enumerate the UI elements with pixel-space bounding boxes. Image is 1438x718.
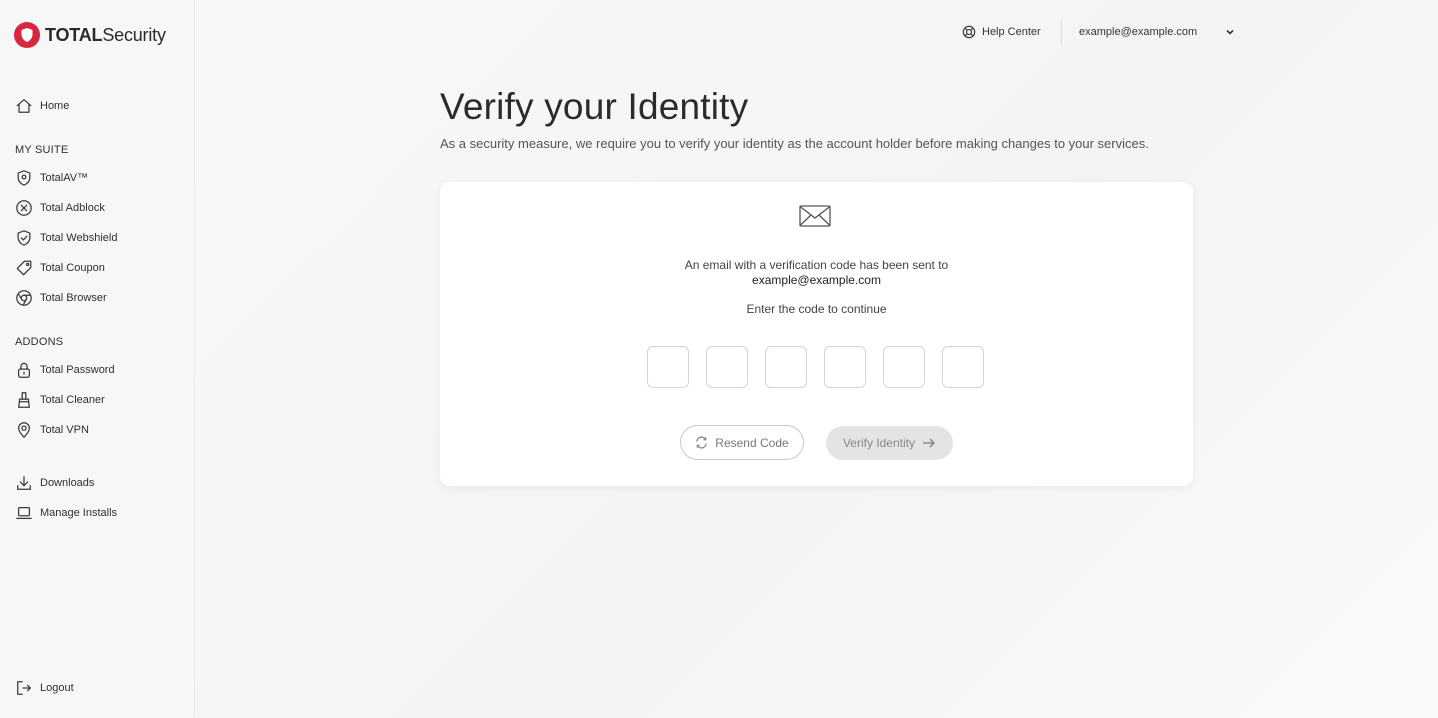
nav-downloads[interactable]: Downloads bbox=[14, 472, 94, 494]
verification-email: example@example.com bbox=[752, 273, 881, 287]
resend-code-button[interactable]: Resend Code bbox=[680, 425, 804, 460]
verification-card: An email with a verification code has be… bbox=[440, 182, 1193, 486]
refresh-icon bbox=[696, 436, 708, 449]
nav-total-coupon-label: Total Coupon bbox=[40, 262, 105, 274]
help-center-label: Help Center bbox=[982, 26, 1041, 38]
shield-check-icon bbox=[14, 228, 34, 248]
addons-heading: ADDONS bbox=[15, 336, 64, 348]
nav-total-coupon[interactable]: Total Coupon bbox=[14, 257, 105, 279]
nav-total-cleaner-label: Total Cleaner bbox=[40, 394, 105, 406]
nav-total-vpn[interactable]: Total VPN bbox=[14, 419, 89, 441]
brand-logo[interactable]: TOTALSecurity bbox=[14, 22, 166, 48]
nav-home-label: Home bbox=[40, 100, 70, 112]
verification-message: An email with a verification code has be… bbox=[684, 258, 949, 272]
code-digit-1[interactable] bbox=[647, 346, 689, 388]
lifebuoy-icon bbox=[962, 25, 976, 39]
nav-total-vpn-label: Total VPN bbox=[40, 424, 89, 436]
code-input-group bbox=[647, 346, 984, 388]
help-center-link[interactable]: Help Center bbox=[962, 22, 1041, 42]
nav-total-cleaner[interactable]: Total Cleaner bbox=[14, 389, 105, 411]
arrow-right-icon bbox=[923, 438, 936, 448]
code-digit-5[interactable] bbox=[883, 346, 925, 388]
my-suite-heading: MY SUITE bbox=[15, 144, 69, 156]
tag-icon bbox=[14, 258, 34, 278]
envelope-icon bbox=[798, 202, 832, 230]
enter-code-prompt: Enter the code to continue bbox=[746, 302, 887, 316]
nav-manage-installs-label: Manage Installs bbox=[40, 507, 118, 519]
cleaner-icon bbox=[14, 390, 34, 410]
shield-pin-icon bbox=[14, 168, 34, 188]
sidebar: TOTALSecurity Home MY SUITE TotalAV™ Tot… bbox=[0, 0, 195, 718]
nav-total-webshield[interactable]: Total Webshield bbox=[14, 227, 117, 249]
nav-total-adblock[interactable]: Total Adblock bbox=[14, 197, 105, 219]
home-icon bbox=[14, 96, 34, 116]
brand-name: TOTALSecurity bbox=[45, 24, 166, 45]
nav-total-password-label: Total Password bbox=[40, 364, 115, 376]
download-icon bbox=[14, 473, 34, 493]
nav-total-adblock-label: Total Adblock bbox=[40, 202, 105, 214]
code-digit-2[interactable] bbox=[706, 346, 748, 388]
account-menu[interactable]: example@example.com bbox=[1079, 22, 1235, 42]
nav-total-browser-label: Total Browser bbox=[40, 292, 107, 304]
page-description: As a security measure, we require you to… bbox=[440, 136, 1149, 151]
lock-icon bbox=[14, 360, 34, 380]
browser-icon bbox=[14, 288, 34, 308]
location-pin-icon bbox=[14, 420, 34, 440]
code-digit-6[interactable] bbox=[942, 346, 984, 388]
nav-total-browser[interactable]: Total Browser bbox=[14, 287, 107, 309]
verify-identity-button[interactable]: Verify Identity bbox=[826, 426, 953, 460]
code-digit-4[interactable] bbox=[824, 346, 866, 388]
nav-total-password[interactable]: Total Password bbox=[14, 359, 115, 381]
account-email: example@example.com bbox=[1079, 26, 1198, 38]
nav-totalav-label: TotalAV™ bbox=[40, 172, 89, 184]
nav-downloads-label: Downloads bbox=[40, 477, 95, 489]
page-title: Verify your Identity bbox=[440, 86, 749, 127]
nav-manage-installs[interactable]: Manage Installs bbox=[14, 502, 117, 524]
verify-identity-label: Verify Identity bbox=[842, 436, 916, 450]
code-digit-3[interactable] bbox=[765, 346, 807, 388]
nav-home[interactable]: Home bbox=[14, 95, 69, 117]
nav-total-webshield-label: Total Webshield bbox=[40, 232, 118, 244]
laptop-icon bbox=[14, 503, 34, 523]
nav-totalav[interactable]: TotalAV™ bbox=[14, 167, 88, 189]
chevron-down-icon bbox=[1226, 29, 1234, 35]
brand-shield-icon bbox=[14, 22, 40, 48]
x-circle-icon bbox=[14, 198, 34, 218]
nav-logout-label: Logout bbox=[40, 682, 74, 694]
logout-icon bbox=[14, 678, 34, 698]
resend-code-label: Resend Code bbox=[715, 435, 789, 450]
nav-logout[interactable]: Logout bbox=[14, 677, 74, 699]
topbar-divider bbox=[1061, 19, 1062, 45]
